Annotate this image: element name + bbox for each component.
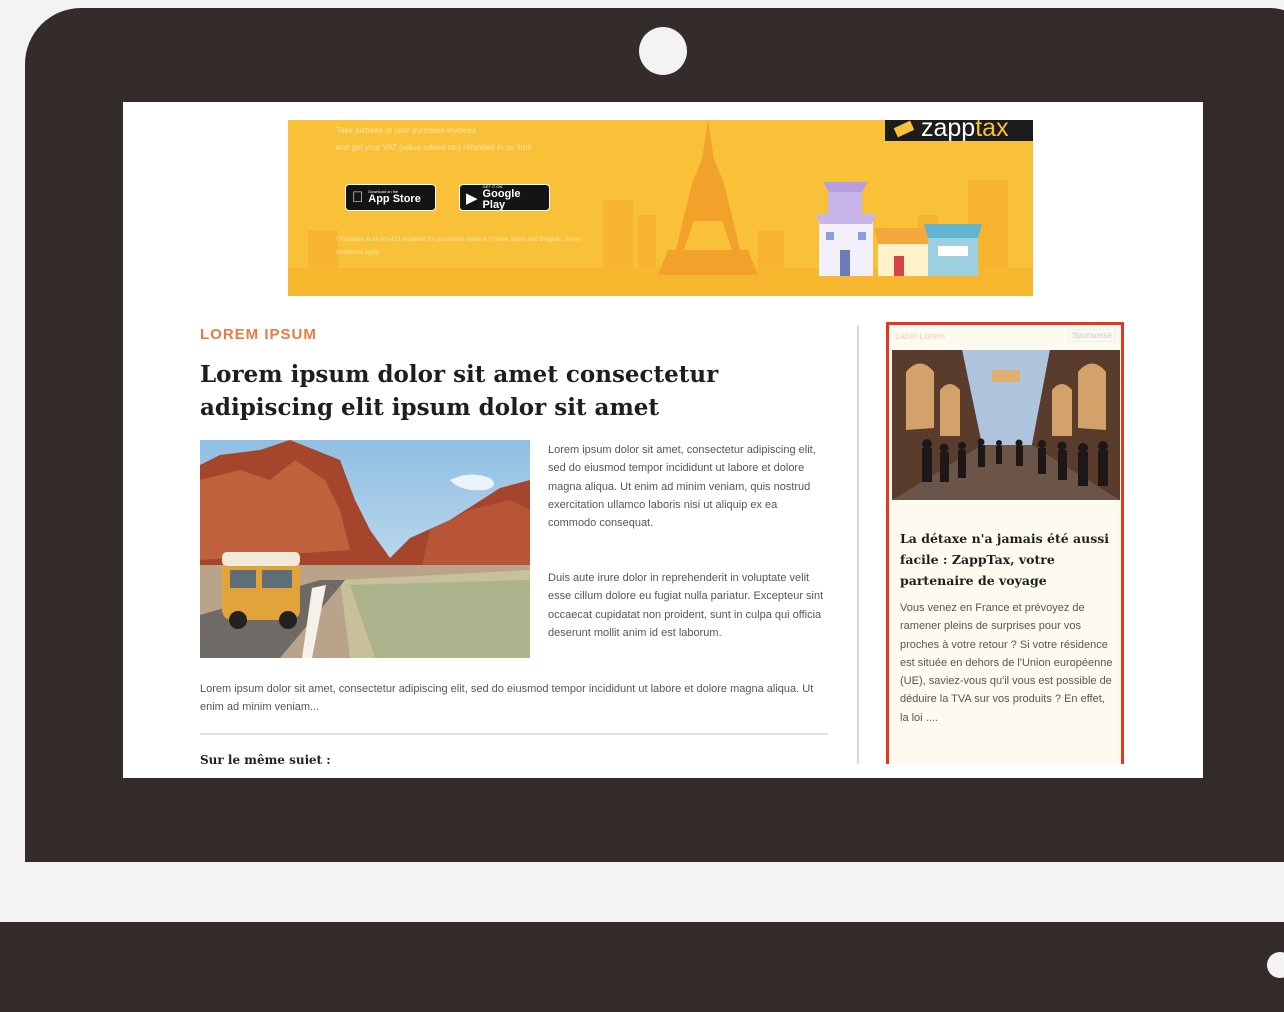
web-page: Take pictures of your purchase invoices … [148, 120, 1178, 764]
webcam [639, 27, 687, 75]
apple-icon:  [352, 189, 363, 206]
app-store-label: App Store [357, 193, 421, 205]
banner-tagline: Take pictures of your purchase invoices … [336, 122, 532, 156]
google-play-button[interactable]: ▶ GET IT ON Google Play [459, 184, 550, 211]
article-category[interactable]: LOREM IPSUM [200, 326, 317, 343]
section-divider [200, 733, 828, 735]
sponsored-excerpt: Vous venez en France et prévoyez de rame… [900, 602, 1113, 724]
article-paragraph-1: Lorem ipsum dolor sit amet, consectetur … [548, 444, 816, 530]
screen: Take pictures of your purchase invoices … [123, 102, 1203, 778]
banner-line-2: and get your VAT (value added tax) refun… [336, 143, 532, 152]
article-paragraph-2: Duis aute irure dolor in reprehenderit i… [548, 572, 824, 639]
sponsored-badge: Sponsorisé [1067, 329, 1116, 342]
sponsored-title[interactable]: La détaxe n'a jamais été aussi facile : … [900, 528, 1115, 591]
google-play-label: Google Play [482, 187, 521, 211]
app-store-button[interactable]:  Download on the App Store [345, 184, 436, 211]
laptop-base [0, 922, 1284, 1012]
google-play-icon: ▶ [466, 189, 478, 207]
logo-text-part1: zapp [921, 120, 976, 142]
sponsored-article-card[interactable]: Label Lorem Sponsorisé La détaxe n'a jam… [886, 322, 1124, 764]
banner-footnote: * Available to all non-EU residents for … [336, 237, 581, 256]
article-hero-image[interactable] [200, 440, 530, 658]
article-title[interactable]: Lorem ipsum dolor sit amet consectetur a… [200, 358, 840, 424]
logo-text-part2: tax [975, 120, 1009, 142]
sponsored-label: Label Lorem [895, 331, 946, 341]
ad-banner[interactable]: Take pictures of your purchase invoices … [288, 120, 1033, 296]
zapptax-logo[interactable]: zapp tax [885, 120, 1033, 141]
price-tag-icon [893, 120, 915, 137]
banner-line-1: Take pictures of your purchase invoices [336, 126, 477, 135]
article-paragraph-3: Lorem ipsum dolor sit amet, consectetur … [200, 683, 814, 714]
sponsored-gallery-image[interactable] [892, 350, 1120, 500]
related-heading: Sur le même sujet : [200, 753, 331, 764]
column-divider [857, 325, 859, 764]
